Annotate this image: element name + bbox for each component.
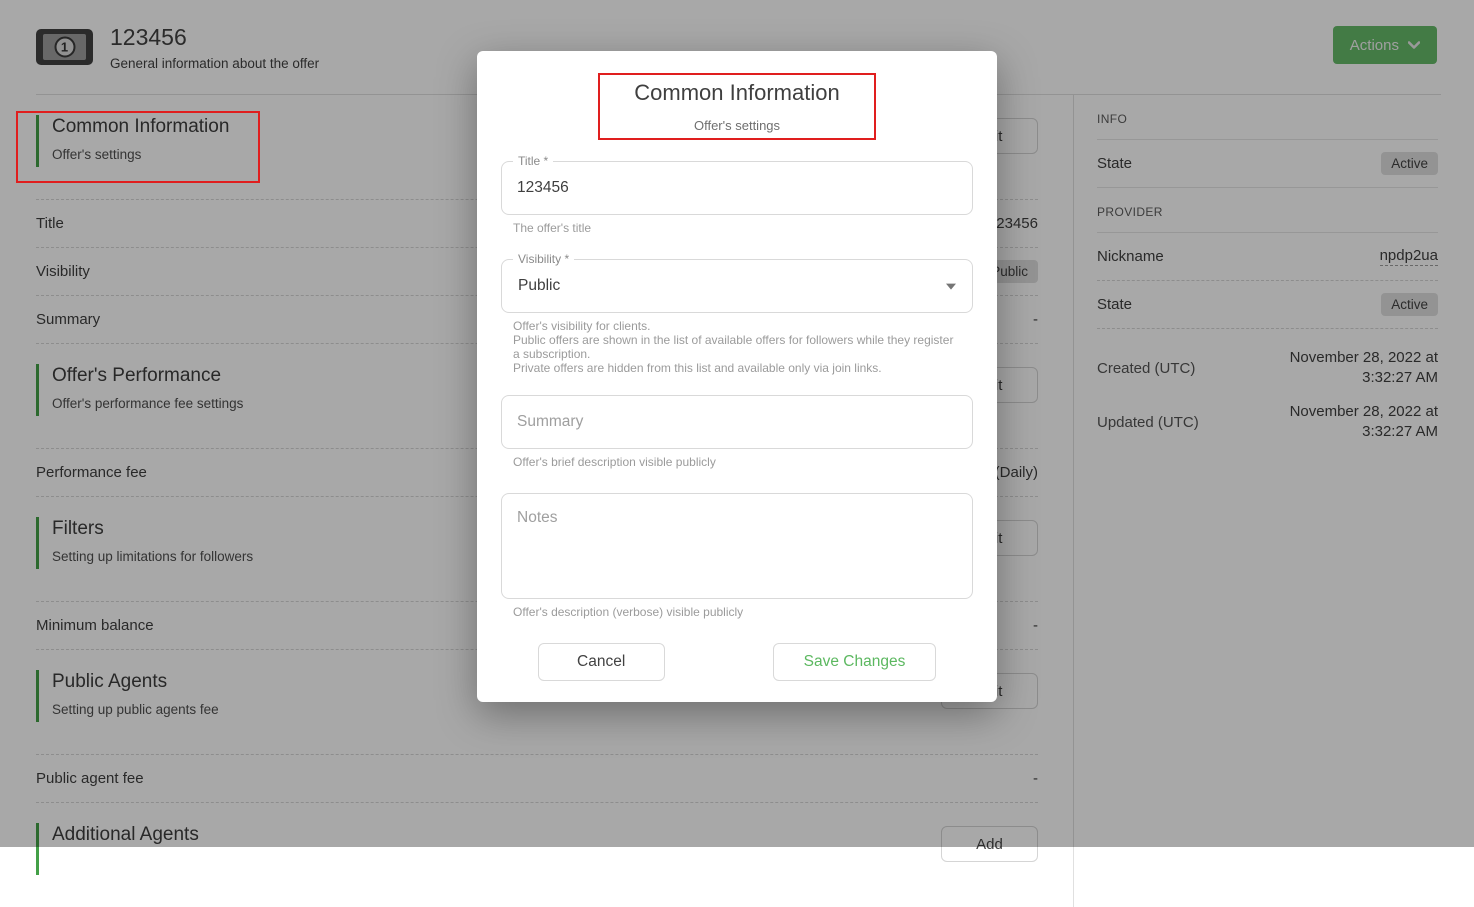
notes-textarea[interactable]: [502, 494, 972, 598]
summary-field-helper: Offer's brief description visible public…: [513, 455, 961, 469]
visibility-selected-value: Public: [518, 277, 560, 295]
summary-field: [501, 395, 973, 449]
common-information-dialog: Common Information Offer's settings Titl…: [477, 51, 997, 702]
section-subtitle: [52, 855, 199, 871]
title-field-label: Title *: [513, 154, 553, 168]
summary-input[interactable]: [502, 396, 972, 448]
dropdown-arrow-icon: [946, 284, 956, 290]
notes-field: [501, 493, 973, 599]
save-changes-button[interactable]: Save Changes: [773, 643, 937, 681]
title-input[interactable]: [502, 162, 972, 214]
visibility-field-helper: Offer's visibility for clients. Public o…: [513, 319, 961, 375]
dialog-actions: Cancel Save Changes: [501, 643, 973, 681]
visibility-field-label: Visibility *: [513, 252, 574, 266]
visibility-select[interactable]: Visibility * Public: [501, 259, 973, 313]
cancel-button[interactable]: Cancel: [538, 643, 665, 681]
title-field: Title *: [501, 161, 973, 215]
dialog-title: Common Information: [501, 80, 973, 106]
title-field-helper: The offer's title: [513, 221, 961, 235]
notes-field-helper: Offer's description (verbose) visible pu…: [513, 605, 961, 619]
dialog-subtitle: Offer's settings: [501, 118, 973, 133]
